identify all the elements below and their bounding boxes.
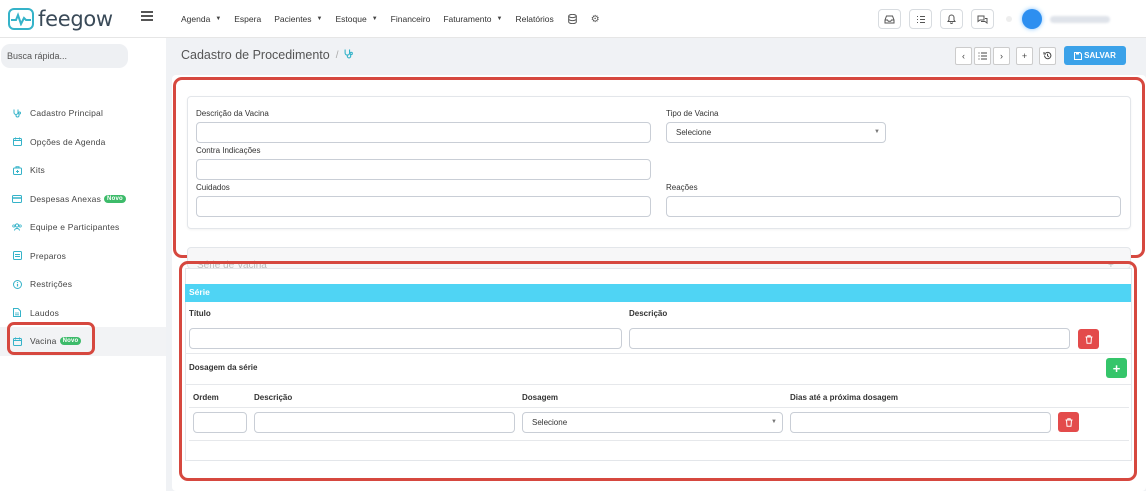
- sidebar: Busca rápida... Cadastro Principal Opçõe…: [0, 38, 166, 491]
- list-icon[interactable]: [974, 46, 991, 65]
- bell-icon[interactable]: [940, 9, 963, 29]
- user-name-blurred[interactable]: [1050, 15, 1110, 23]
- stethoscope-icon: [344, 49, 354, 62]
- sidebar-item-restricoes[interactable]: Restrições: [0, 270, 166, 299]
- info-icon: [12, 279, 22, 289]
- team-icon: [12, 222, 22, 232]
- main-nav: Agenda ▼ Espera Pacientes ▼ Estoque ▼ Finan…: [181, 0, 613, 38]
- chat-icon[interactable]: [971, 9, 994, 29]
- calendar-icon: [12, 137, 22, 147]
- sidebar-item-equipe-participantes[interactable]: Equipe e Participantes: [0, 213, 166, 242]
- save-icon: [1074, 51, 1083, 60]
- sidebar-item-opcoes-agenda[interactable]: Opções de Agenda: [0, 128, 166, 157]
- history-icon[interactable]: [1039, 46, 1056, 65]
- pulse-icon: [8, 8, 34, 30]
- caret-down-icon: ▼: [316, 16, 323, 22]
- chevron-left-icon[interactable]: ‹: [955, 46, 972, 65]
- logo[interactable]: feegow: [8, 7, 113, 31]
- page-title: Cadastro de Procedimento /: [181, 48, 354, 62]
- new-badge: Novo: [104, 194, 126, 203]
- sidebar-item-despesas-anexas[interactable]: Despesas Anexas Novo: [0, 185, 166, 214]
- database-icon[interactable]: [567, 14, 578, 25]
- nav-estoque[interactable]: Estoque ▼: [336, 14, 378, 24]
- card-icon: [12, 194, 22, 204]
- status-dot: [1006, 16, 1012, 22]
- save-button[interactable]: SALVAR: [1064, 46, 1126, 65]
- top-actions: [878, 9, 1146, 29]
- sidebar-menu: Cadastro Principal Opções de Agenda Kits…: [0, 99, 166, 356]
- nav-pacientes[interactable]: Pacientes ▼: [274, 14, 322, 24]
- avatar[interactable]: [1022, 9, 1042, 29]
- vacina-highlight-box: [7, 322, 95, 355]
- top-bar: feegow Agenda ▼ Espera Pacientes ▼ Estoque…: [0, 0, 1146, 38]
- nav-agenda[interactable]: Agenda ▼: [181, 14, 221, 24]
- chevron-right-icon[interactable]: ›: [993, 46, 1010, 65]
- tasks-icon[interactable]: [909, 9, 932, 29]
- gear-icon[interactable]: ⚙: [590, 14, 601, 25]
- sidebar-item-cadastro-principal[interactable]: Cadastro Principal: [0, 99, 166, 128]
- header-toolbar: ‹ › + SALVAR: [955, 46, 1126, 65]
- inbox-icon[interactable]: [878, 9, 901, 29]
- details-highlight-box: [173, 77, 1145, 258]
- nav-faturamento[interactable]: Faturamento ▼: [443, 14, 502, 24]
- file-icon: [12, 308, 22, 318]
- serie-highlight-box: [179, 261, 1137, 481]
- nav-espera[interactable]: Espera: [234, 14, 261, 24]
- sidebar-item-kits[interactable]: Kits: [0, 156, 166, 185]
- kit-icon: [12, 165, 22, 175]
- caret-down-icon: ▼: [371, 16, 378, 22]
- caret-down-icon: ▼: [215, 16, 222, 22]
- plus-icon[interactable]: +: [1016, 46, 1033, 65]
- list-icon: [12, 251, 22, 261]
- stethoscope-icon: [12, 108, 22, 118]
- nav-financeiro[interactable]: Financeiro: [391, 14, 431, 24]
- brand-name: feegow: [38, 7, 113, 31]
- sidebar-item-preparos[interactable]: Preparos: [0, 242, 166, 271]
- hamburger-menu-icon[interactable]: [141, 11, 153, 21]
- nav-relatorios[interactable]: Relatórios: [516, 14, 554, 24]
- quick-search-input[interactable]: Busca rápida...: [1, 44, 128, 68]
- caret-down-icon: ▼: [496, 16, 503, 22]
